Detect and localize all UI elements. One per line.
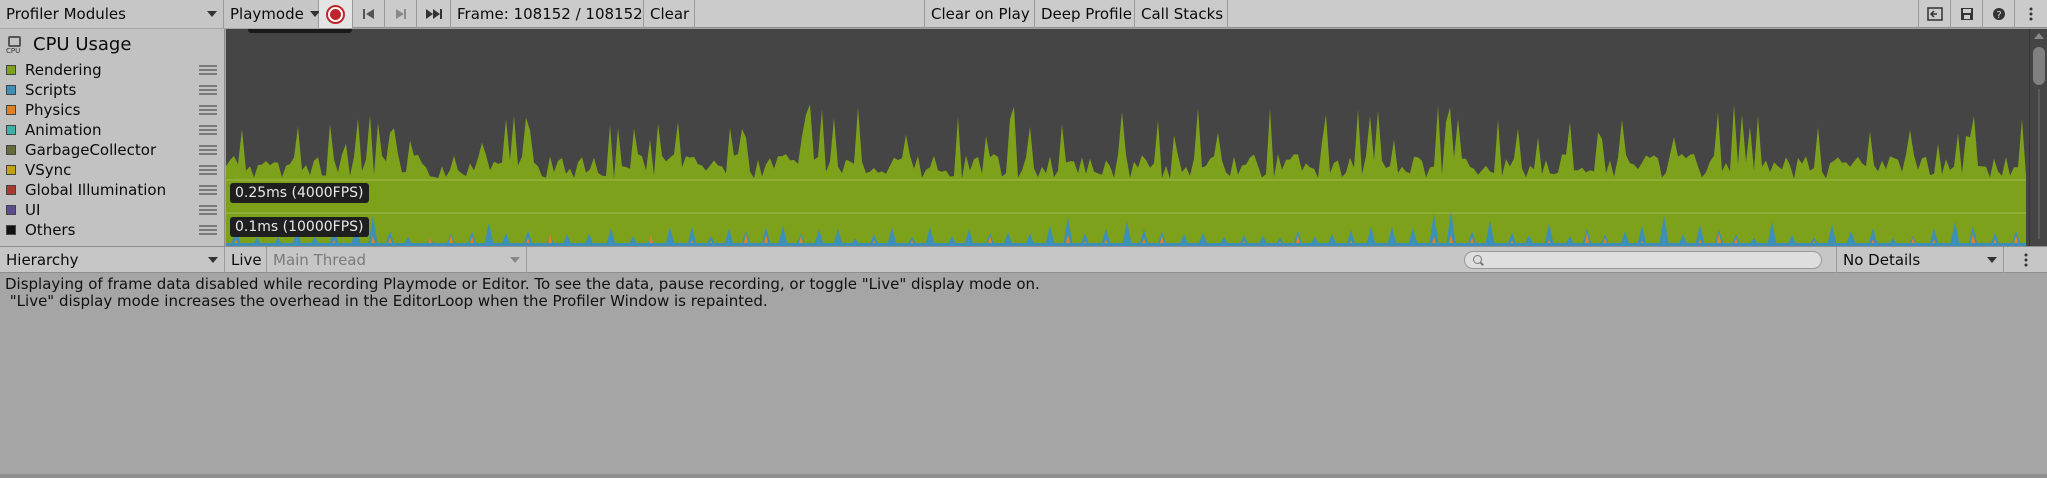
view-type-dropdown[interactable]: Hierarchy <box>0 247 225 273</box>
chevron-down-icon <box>510 257 520 263</box>
save-icon <box>1960 8 1973 20</box>
drag-handle-icon[interactable] <box>199 225 217 235</box>
load-icon <box>1926 7 1943 21</box>
legend-swatch[interactable] <box>6 145 16 155</box>
record-button[interactable] <box>319 0 353 28</box>
cpu-usage-chart[interactable]: 0.25ms (4000FPS) 0.1ms (10000FPS) <box>226 29 2029 246</box>
menu-button[interactable] <box>2014 0 2047 28</box>
legend-label: VSync <box>25 161 72 179</box>
thread-dropdown[interactable]: Main Thread <box>267 247 527 273</box>
scroll-up-icon <box>2034 33 2044 39</box>
load-button[interactable] <box>1918 0 1950 28</box>
cpu-chart-graph <box>226 104 2026 246</box>
drag-handle-icon[interactable] <box>199 165 217 175</box>
legend-item-ui[interactable]: UI <box>0 200 225 220</box>
scrollbar-thumb[interactable] <box>2033 47 2045 85</box>
last-frame-button[interactable] <box>417 0 451 28</box>
drag-handle-icon[interactable] <box>199 145 217 155</box>
menu-icon <box>2029 7 2033 21</box>
cpu-icon: CPU <box>6 35 24 55</box>
profiler-modules-label: Profiler Modules <box>6 5 126 23</box>
legend-label: Others <box>25 221 76 239</box>
record-icon <box>326 4 345 24</box>
legend-label: Animation <box>25 121 102 139</box>
legend-header: CPU CPU Usage <box>0 29 225 59</box>
live-toggle[interactable]: Live <box>225 247 267 273</box>
drag-handle-icon[interactable] <box>199 185 217 195</box>
menu-icon <box>2024 253 2027 267</box>
help-icon: ? <box>1992 8 2005 21</box>
legend-label: GarbageCollector <box>25 141 157 159</box>
legend-item-global-illumination[interactable]: Global Illumination <box>0 180 225 200</box>
legend-label: Physics <box>25 101 81 119</box>
drag-handle-icon[interactable] <box>199 105 217 115</box>
legend-label: Rendering <box>25 61 102 79</box>
search-input[interactable] <box>1464 251 1822 269</box>
details-toolbar: Hierarchy Live Main Thread No Details <box>0 246 2047 273</box>
legend-swatch[interactable] <box>6 225 16 235</box>
clear-button[interactable]: Clear <box>644 0 695 28</box>
profiler-toolbar: Profiler Modules Playmode Frame: 108152 … <box>0 0 2047 28</box>
window-bottom-edge <box>0 474 2047 478</box>
search-icon <box>1473 255 1482 264</box>
message-line-2: "Live" display mode increases the overhe… <box>5 292 768 310</box>
chevron-down-icon <box>208 257 218 263</box>
legend-item-garbagecollector[interactable]: GarbageCollector <box>0 140 225 160</box>
legend-title: CPU Usage <box>33 33 132 55</box>
legend-label: UI <box>25 201 41 219</box>
next-frame-button[interactable] <box>385 0 417 28</box>
drag-handle-icon[interactable] <box>199 205 217 215</box>
chart-scrollbar[interactable] <box>2029 29 2047 246</box>
legend-swatch[interactable] <box>6 125 16 135</box>
call-stacks-button[interactable]: Call Stacks <box>1135 0 1228 28</box>
save-button[interactable] <box>1950 0 1982 28</box>
scrollbar-track <box>2038 89 2040 239</box>
legend-swatch[interactable] <box>6 105 16 115</box>
rendering-area <box>226 104 2026 246</box>
next-frame-icon <box>395 9 406 19</box>
playmode-dropdown[interactable]: Playmode <box>224 0 320 28</box>
legend-swatch[interactable] <box>6 185 16 195</box>
playmode-label: Playmode <box>230 5 304 23</box>
legend-item-rendering[interactable]: Rendering <box>0 60 225 80</box>
clear-on-play-button[interactable]: Clear on Play <box>924 0 1035 28</box>
legend-item-scripts[interactable]: Scripts <box>0 80 225 100</box>
marker-01ms: 0.1ms (10000FPS) <box>230 217 369 237</box>
first-frame-icon <box>362 9 374 19</box>
profiler-modules-dropdown[interactable]: Profiler Modules <box>0 0 224 28</box>
legend-label: Global Illumination <box>25 181 167 199</box>
recording-message: Displaying of frame data disabled while … <box>5 276 1040 310</box>
frame-time-tag <box>248 29 352 33</box>
marker-025ms: 0.25ms (4000FPS) <box>230 183 369 203</box>
details-menu-button[interactable] <box>2004 247 2047 273</box>
view-type-label: Hierarchy <box>6 251 79 269</box>
drag-handle-icon[interactable] <box>199 85 217 95</box>
legend-item-others[interactable]: Others <box>0 220 225 240</box>
message-line-1: Displaying of frame data disabled while … <box>5 275 1040 293</box>
details-dropdown[interactable]: No Details <box>1836 247 2004 273</box>
legend-swatch[interactable] <box>6 165 16 175</box>
legend-swatch[interactable] <box>6 85 16 95</box>
chevron-down-icon <box>207 11 217 17</box>
details-label: No Details <box>1843 251 1921 269</box>
help-button[interactable]: ? <box>1982 0 2014 28</box>
frame-counter: Frame: 108152 / 108152 <box>451 0 644 28</box>
legend-item-animation[interactable]: Animation <box>0 120 225 140</box>
svg-text:?: ? <box>1996 10 2001 21</box>
legend-swatch[interactable] <box>6 65 16 75</box>
first-frame-button[interactable] <box>353 0 385 28</box>
legend-label: Scripts <box>25 81 77 99</box>
drag-handle-icon[interactable] <box>199 65 217 75</box>
deep-profile-button[interactable]: Deep Profile <box>1035 0 1135 28</box>
thread-label: Main Thread <box>273 251 367 269</box>
drag-handle-icon[interactable] <box>199 125 217 135</box>
chevron-down-icon <box>1987 257 1997 263</box>
cpu-usage-legend: CPU CPU Usage Rendering Scripts Physics Ani… <box>0 29 225 246</box>
legend-swatch[interactable] <box>6 205 16 215</box>
legend-item-physics[interactable]: Physics <box>0 100 225 120</box>
last-frame-icon <box>425 9 442 19</box>
legend-item-vsync[interactable]: VSync <box>0 160 225 180</box>
